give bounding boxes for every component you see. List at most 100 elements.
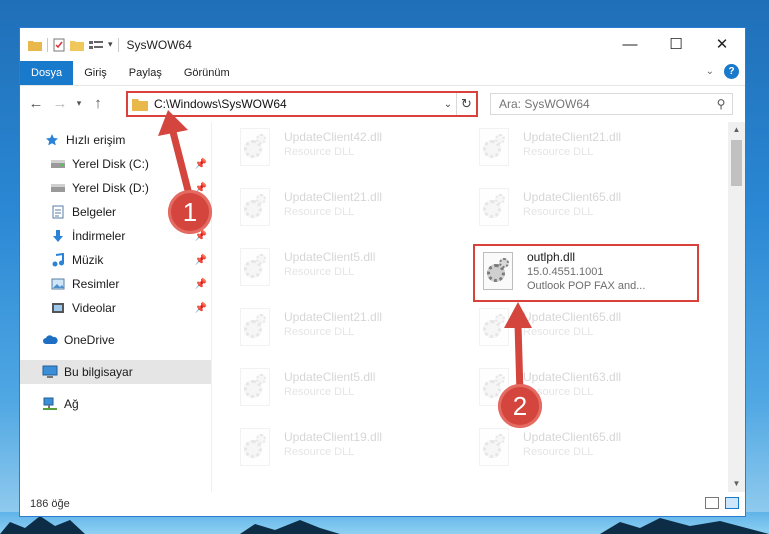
window-title: SysWOW64 <box>126 37 192 52</box>
tab-share[interactable]: Paylaş <box>118 61 173 85</box>
file-description: Resource DLL <box>284 206 355 218</box>
vertical-scrollbar[interactable]: ▲ ▼ <box>728 122 745 492</box>
maximize-button[interactable]: ☐ <box>653 28 699 60</box>
sidebar-item-label: Yerel Disk (D:) <box>72 181 149 195</box>
dropdown-caret-icon[interactable]: ▾ <box>108 39 113 50</box>
pin-icon[interactable]: 📌 <box>195 255 207 266</box>
new-folder-icon[interactable] <box>70 39 84 51</box>
sidebar-item-pictures[interactable]: Resimler 📌 <box>20 272 211 296</box>
dll-file-icon <box>236 366 276 410</box>
star-icon <box>44 132 60 148</box>
callout-badge-1: 1 <box>168 190 212 234</box>
sidebar-item-label: Ağ <box>64 397 79 411</box>
dll-file-icon <box>479 250 519 294</box>
dll-file-icon <box>236 126 276 170</box>
window-controls: — ☐ ✕ <box>607 28 745 60</box>
customize-toolbar-icon[interactable] <box>89 39 103 51</box>
dll-file-icon <box>236 246 276 290</box>
sidebar-item-music[interactable]: Müzik 📌 <box>20 248 211 272</box>
music-icon <box>50 252 66 268</box>
sidebar-item-label: Hızlı erişim <box>66 133 126 147</box>
sidebar-item-this-pc[interactable]: Bu bilgisayar <box>20 360 211 384</box>
tab-home[interactable]: Giriş <box>73 61 118 85</box>
file-name: UpdateClient42.dll <box>284 130 383 144</box>
file-description: Resource DLL <box>284 446 355 458</box>
file-item[interactable]: UpdateClient65.dll Resource DLL <box>475 186 705 242</box>
file-description: Resource DLL <box>284 146 355 158</box>
properties-icon[interactable] <box>53 38 65 52</box>
file-description: Outlook POP FAX and... <box>527 280 646 292</box>
file-description: Resource DLL <box>523 206 594 218</box>
sidebar-item-onedrive[interactable]: OneDrive <box>20 328 211 352</box>
folder-icon[interactable] <box>28 39 42 51</box>
dll-file-icon <box>475 126 515 170</box>
file-description: Resource DLL <box>284 326 355 338</box>
details-view-icon[interactable] <box>705 497 719 509</box>
search-input[interactable] <box>499 97 710 111</box>
pictures-icon <box>50 276 66 292</box>
file-name: UpdateClient21.dll <box>284 190 383 204</box>
up-arrow-icon[interactable]: ↑ <box>86 95 110 112</box>
sidebar-item-label: İndirmeler <box>72 229 126 243</box>
help-icon[interactable]: ? <box>724 64 739 79</box>
minimize-button[interactable]: — <box>607 28 653 60</box>
recent-locations-icon[interactable]: ▾ <box>72 98 86 109</box>
refresh-icon[interactable]: ↻ <box>456 93 476 115</box>
videos-icon <box>50 300 66 316</box>
back-arrow-icon[interactable]: ← <box>24 95 48 112</box>
file-item[interactable]: UpdateClient19.dll Resource DLL <box>236 426 466 482</box>
file-item[interactable]: UpdateClient65.dll Resource DLL <box>475 426 705 482</box>
address-dropdown-icon[interactable]: ⌄ <box>440 99 456 110</box>
file-item[interactable]: UpdateClient5.dll Resource DLL <box>236 246 466 302</box>
expand-ribbon-icon[interactable]: ⌄ <box>706 66 714 77</box>
drive-icon <box>50 180 66 196</box>
tab-file[interactable]: Dosya <box>20 61 74 85</box>
search-box[interactable]: ⚲ <box>490 93 733 115</box>
file-item[interactable]: UpdateClient5.dll Resource DLL <box>236 366 466 422</box>
scroll-up-icon[interactable]: ▲ <box>728 122 745 138</box>
file-item[interactable]: UpdateClient21.dll Resource DLL <box>475 126 705 182</box>
pin-icon[interactable]: 📌 <box>195 279 207 290</box>
toolbar-divider <box>117 37 119 52</box>
close-button[interactable]: ✕ <box>699 28 745 60</box>
sidebar-item-label: OneDrive <box>64 333 115 347</box>
callout-badge-2: 2 <box>498 384 542 428</box>
address-row: ← → ▾ ↑ C:\Windows\SysWOW64 ⌄ ↻ ⚲ <box>20 85 745 121</box>
search-icon[interactable]: ⚲ <box>710 97 732 111</box>
view-toggle <box>705 497 739 509</box>
sidebar-item-label: Resimler <box>72 277 120 291</box>
drive-icon <box>50 156 66 172</box>
file-description: Resource DLL <box>284 386 355 398</box>
sidebar-item-label: Videolar <box>72 301 116 315</box>
tiles-view-icon[interactable] <box>725 497 739 509</box>
pin-icon[interactable]: 📌 <box>195 303 207 314</box>
title-bar: ▾ SysWOW64 — ☐ ✕ <box>20 28 745 61</box>
quick-access-toolbar: ▾ <box>20 37 119 52</box>
file-name: UpdateClient65.dll <box>523 190 622 204</box>
tab-view[interactable]: Görünüm <box>173 61 241 85</box>
file-explorer-window: ▾ SysWOW64 — ☐ ✕ Dosya Giriş Paylaş Görü… <box>19 27 746 517</box>
file-item[interactable]: UpdateClient42.dll Resource DLL <box>236 126 466 182</box>
toolbar-divider <box>47 37 48 52</box>
sidebar-item-videos[interactable]: Videolar 📌 <box>20 296 211 320</box>
ribbon-right-controls: ⌄ ? <box>706 64 739 79</box>
sidebar-item-network[interactable]: Ağ <box>20 392 211 416</box>
file-item[interactable]: UpdateClient21.dll Resource DLL <box>236 306 466 362</box>
documents-icon <box>50 204 66 220</box>
folder-icon <box>132 99 148 111</box>
scroll-down-icon[interactable]: ▼ <box>728 476 745 492</box>
file-item[interactable]: UpdateClient21.dll Resource DLL <box>236 186 466 242</box>
file-name: UpdateClient5.dll <box>284 250 376 264</box>
file-name: UpdateClient5.dll <box>284 370 376 384</box>
file-description: Resource DLL <box>523 146 594 158</box>
item-count: 186 öğe <box>30 498 70 510</box>
dll-file-icon <box>475 186 515 230</box>
scrollbar-thumb[interactable] <box>731 140 742 186</box>
file-name: UpdateClient21.dll <box>523 130 622 144</box>
forward-arrow-icon[interactable]: → <box>48 95 72 112</box>
file-name: UpdateClient65.dll <box>523 430 622 444</box>
network-icon <box>42 396 58 412</box>
dll-file-icon <box>475 426 515 470</box>
file-item-outlph[interactable]: outlph.dll 15.0.4551.1001 Outlook POP FA… <box>473 244 699 302</box>
computer-icon <box>42 364 58 380</box>
